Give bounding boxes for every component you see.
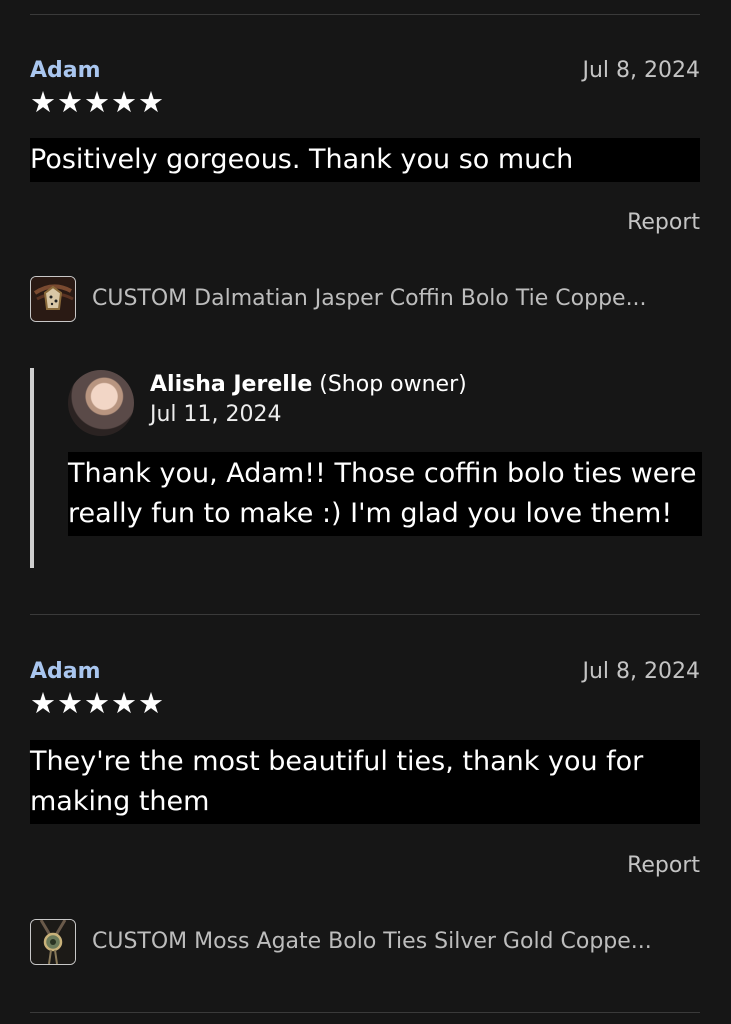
product-thumbnail[interactable] [30,276,76,322]
shop-owner-name: Alisha Jerelle [150,372,313,397]
review-date: Jul 8, 2024 [582,659,700,684]
product-thumbnail[interactable] [30,919,76,965]
reply-text: Thank you, Adam!! Those coffin bolo ties… [68,452,702,536]
review-card: Adam Jul 8, 2024 ★★★★★ Positively gorgeo… [30,58,700,328]
product-title[interactable]: CUSTOM Dalmatian Jasper Coffin Bolo Tie … [92,286,700,311]
shop-owner-line: Alisha Jerelle (Shop owner) [150,372,467,397]
divider-top [30,14,700,15]
reviewer-name[interactable]: Adam [30,58,101,83]
divider-bottom [30,1012,700,1013]
product-link[interactable]: CUSTOM Dalmatian Jasper Coffin Bolo Tie … [30,276,700,324]
product-title[interactable]: CUSTOM Moss Agate Bolo Ties Silver Gold … [92,929,700,954]
product-link[interactable]: CUSTOM Moss Agate Bolo Ties Silver Gold … [30,919,700,967]
shop-reply: Alisha Jerelle (Shop owner) Jul 11, 2024… [30,368,704,568]
star-rating-icon: ★★★★★ [30,686,165,720]
divider-middle [30,614,700,615]
review-text: Positively gorgeous. Thank you so much [30,138,700,182]
review-text: They're the most beautiful ties, thank y… [30,740,700,824]
review-date: Jul 8, 2024 [582,58,700,83]
review-card: Adam Jul 8, 2024 ★★★★★ They're the most … [30,659,700,979]
reply-date: Jul 11, 2024 [150,402,282,427]
report-button[interactable]: Report [627,210,700,235]
star-rating-icon: ★★★★★ [30,85,165,119]
reviewer-name[interactable]: Adam [30,659,101,684]
shop-owner-avatar [68,370,134,436]
report-button[interactable]: Report [627,853,700,878]
shop-owner-role: (Shop owner) [319,372,467,397]
